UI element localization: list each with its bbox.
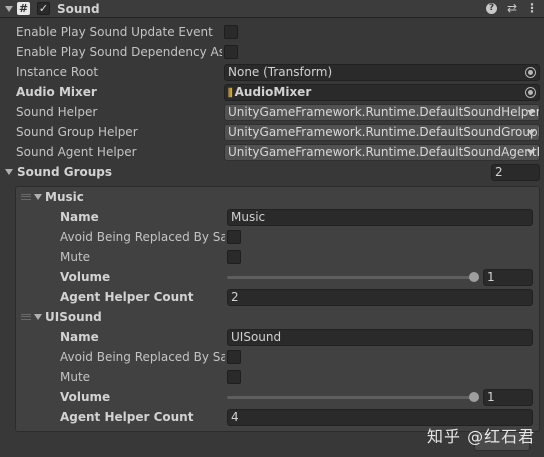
component-title: Sound (57, 2, 100, 16)
enable-play-sound-update-event-checkbox[interactable] (224, 25, 238, 39)
chevron-down-icon (527, 130, 535, 135)
mute-label: Mute (60, 370, 91, 384)
mute-label: Mute (60, 250, 91, 264)
component-enabled-checkbox[interactable]: ✓ (37, 2, 50, 15)
volume-value-input[interactable]: 1 (483, 389, 533, 406)
volume-value-input[interactable]: 1 (483, 269, 533, 286)
sound-helper-value: UnityGameFramework.Runtime.DefaultSoundH… (228, 105, 540, 119)
volume-slider-thumb[interactable] (469, 272, 479, 282)
agent-helper-count-input[interactable]: 2 (227, 289, 533, 306)
script-hash-icon: # (17, 2, 30, 15)
context-menu-icon[interactable]: ⋮ (526, 2, 538, 15)
group-name-input[interactable]: UISound (227, 329, 533, 346)
sound-helper-dropdown[interactable]: UnityGameFramework.Runtime.DefaultSoundH… (224, 104, 540, 121)
avoid-replaced-checkbox[interactable] (227, 350, 241, 364)
sound-groups-size-field[interactable]: 2 (491, 164, 540, 181)
volume-label: Volume (60, 270, 111, 284)
enable-play-sound-update-event-label: Enable Play Sound Update Event (16, 25, 213, 39)
avoid-replaced-label: Avoid Being Replaced By Same Priority (60, 230, 225, 244)
avoid-replaced-checkbox[interactable] (227, 230, 241, 244)
enable-play-sound-dependency-asset-label: Enable Play Sound Dependency Asset (16, 45, 222, 59)
help-icon[interactable]: ? (486, 3, 497, 14)
audio-mixer-value: AudioMixer (234, 85, 312, 99)
object-picker-icon[interactable] (525, 87, 536, 98)
group-title-music: Music (45, 190, 84, 204)
agent-helper-count-label: Agent Helper Count (60, 290, 194, 304)
group-foldout-icon[interactable] (34, 314, 42, 320)
chevron-down-icon (527, 110, 535, 115)
mute-checkbox[interactable] (227, 370, 241, 384)
instance-root-value: None (Transform) (228, 65, 333, 79)
watermark: 知乎 @红石君 (427, 423, 535, 447)
volume-label: Volume (60, 390, 111, 404)
agent-helper-count-label: Agent Helper Count (60, 410, 194, 424)
sound-groups-foldout-icon[interactable] (5, 169, 13, 175)
sound-group-helper-dropdown[interactable]: UnityGameFramework.Runtime.DefaultSoundG… (224, 124, 540, 141)
group-name-input[interactable]: Music (227, 209, 533, 226)
volume-slider[interactable] (227, 276, 477, 279)
object-picker-icon[interactable] (525, 67, 536, 78)
sound-agent-helper-value: UnityGameFramework.Runtime.DefaultSoundA… (228, 145, 539, 159)
group-foldout-icon[interactable] (34, 194, 42, 200)
enable-play-sound-dependency-asset-checkbox[interactable] (224, 45, 238, 59)
chevron-down-icon (527, 150, 535, 155)
preset-sliders-icon[interactable]: ⇄ (506, 2, 518, 15)
group-title-uisound: UISound (45, 310, 102, 324)
drag-handle-icon[interactable] (21, 194, 31, 200)
sound-agent-helper-dropdown[interactable]: UnityGameFramework.Runtime.DefaultSoundA… (224, 144, 540, 161)
audio-mixer-label: Audio Mixer (16, 85, 97, 99)
avoid-replaced-label: Avoid Being Replaced By Same Priority (60, 350, 225, 364)
group-name-label: Name (60, 210, 99, 224)
mute-checkbox[interactable] (227, 250, 241, 264)
watermark-site: 知乎 (427, 427, 462, 446)
volume-slider-thumb[interactable] (469, 392, 479, 402)
sound-helper-label: Sound Helper (16, 105, 98, 119)
sound-group-helper-label: Sound Group Helper (16, 125, 138, 139)
instance-root-label: Instance Root (16, 65, 99, 79)
sound-agent-helper-label: Sound Agent Helper (16, 145, 137, 159)
group-name-label: Name (60, 330, 99, 344)
volume-slider[interactable] (227, 396, 477, 399)
audio-mixer-object-field[interactable]: ⫼ AudioMixer (224, 84, 540, 101)
foldout-arrow-icon[interactable] (5, 6, 13, 12)
sound-groups-label: Sound Groups (17, 165, 113, 179)
drag-handle-icon[interactable] (21, 314, 31, 320)
watermark-author: @红石君 (467, 427, 536, 446)
sound-group-helper-value: UnityGameFramework.Runtime.DefaultSoundG… (228, 125, 539, 139)
component-header: # ✓ Sound ? ⇄ ⋮ (0, 0, 544, 18)
audio-mixer-icon: ⫼ (228, 88, 233, 99)
instance-root-object-field[interactable]: None (Transform) (224, 64, 540, 81)
